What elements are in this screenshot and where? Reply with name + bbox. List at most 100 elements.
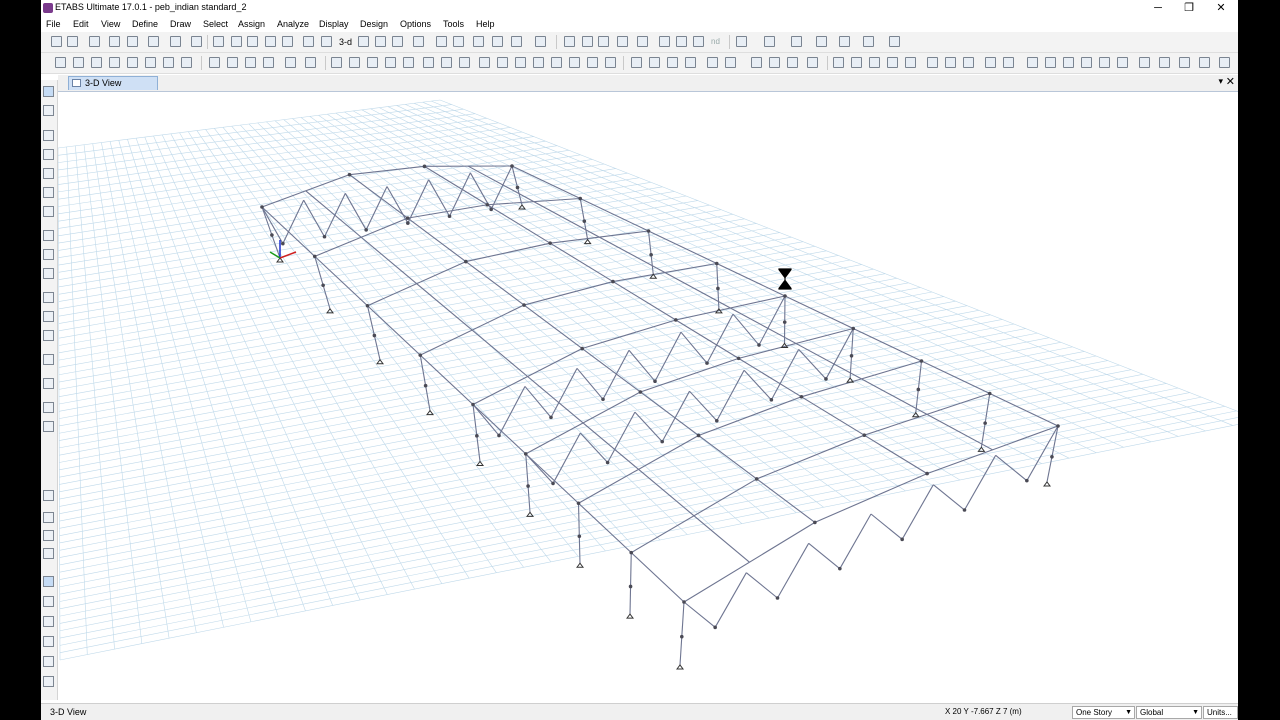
shell-load-icon[interactable] bbox=[479, 57, 490, 68]
tower-icon[interactable] bbox=[869, 57, 880, 68]
lock-icon[interactable] bbox=[170, 36, 181, 47]
reshape-icon[interactable] bbox=[43, 105, 54, 116]
draw-frame-icon[interactable] bbox=[564, 36, 575, 47]
refresh-icon[interactable] bbox=[148, 36, 159, 47]
mesh-icon[interactable] bbox=[285, 57, 296, 68]
all-icon[interactable] bbox=[1117, 57, 1128, 68]
wall-stack-icon[interactable] bbox=[833, 57, 844, 68]
menu-view[interactable]: View bbox=[101, 19, 120, 29]
restraint-icon[interactable] bbox=[91, 57, 102, 68]
draw-beam-icon[interactable] bbox=[598, 36, 609, 47]
snap-icon[interactable] bbox=[1199, 57, 1210, 68]
tab-dropdown-icon[interactable]: ▾ bbox=[1218, 76, 1223, 87]
intersect-select-icon[interactable] bbox=[43, 548, 54, 559]
diaphragm-assign-icon[interactable] bbox=[587, 57, 598, 68]
menu-help[interactable]: Help bbox=[476, 19, 495, 29]
insertion-point-icon[interactable] bbox=[367, 57, 378, 68]
elevation-view-icon[interactable] bbox=[375, 36, 386, 47]
nd-button[interactable]: nd bbox=[711, 37, 720, 46]
select-icon[interactable] bbox=[55, 57, 66, 68]
end-length-icon[interactable] bbox=[349, 57, 360, 68]
draw-beam-icon[interactable] bbox=[43, 187, 54, 198]
zoom-out-icon[interactable] bbox=[282, 36, 293, 47]
grid-icon[interactable] bbox=[887, 57, 898, 68]
connect-icon[interactable] bbox=[787, 57, 798, 68]
extrude-view-icon[interactable] bbox=[535, 36, 546, 47]
mass-source-icon[interactable] bbox=[1063, 57, 1074, 68]
units-button[interactable]: Units... bbox=[1203, 706, 1238, 719]
object-shrink-icon[interactable] bbox=[473, 36, 484, 47]
menu-assign[interactable]: Assign bbox=[238, 19, 265, 29]
minimize-button[interactable]: ─ bbox=[1141, 0, 1175, 16]
draw-link-icon[interactable] bbox=[43, 354, 54, 365]
frame-point-load-icon[interactable] bbox=[441, 57, 452, 68]
align-icon[interactable] bbox=[751, 57, 762, 68]
story-selector[interactable]: One Story ▼ bbox=[1072, 706, 1135, 719]
spring-icon[interactable] bbox=[109, 57, 120, 68]
output-stations-icon[interactable] bbox=[403, 57, 414, 68]
coordinate-system-selector[interactable]: Global ▼ bbox=[1136, 706, 1202, 719]
i-section-icon[interactable] bbox=[736, 36, 747, 47]
undo-icon[interactable] bbox=[109, 36, 120, 47]
show-duplicates-icon[interactable] bbox=[807, 57, 818, 68]
save-icon[interactable] bbox=[89, 36, 100, 47]
redo-icon[interactable] bbox=[127, 36, 138, 47]
tab-close-icon[interactable]: ✕ bbox=[1226, 75, 1235, 88]
draw-dim-icon[interactable] bbox=[1179, 57, 1190, 68]
plan-view-icon[interactable] bbox=[358, 36, 369, 47]
diaphragm-icon[interactable] bbox=[127, 57, 138, 68]
reactions-icon[interactable] bbox=[963, 57, 974, 68]
trim-icon[interactable] bbox=[707, 57, 718, 68]
temperature-load-icon[interactable] bbox=[459, 57, 470, 68]
draw-column-icon[interactable] bbox=[617, 36, 628, 47]
divide-frames-icon[interactable] bbox=[649, 57, 660, 68]
pointer-icon[interactable] bbox=[43, 86, 54, 97]
draw-brace-icon[interactable] bbox=[43, 206, 54, 217]
draw-ramp-icon[interactable] bbox=[43, 311, 54, 322]
deselect-icon[interactable] bbox=[73, 57, 84, 68]
extend-icon[interactable] bbox=[685, 57, 696, 68]
display-options-icon[interactable] bbox=[511, 36, 522, 47]
tab-3d-view[interactable]: 3-D View bbox=[68, 76, 158, 90]
merge-icon[interactable] bbox=[725, 57, 736, 68]
run-analysis-icon[interactable] bbox=[191, 36, 202, 47]
ortho-icon[interactable] bbox=[1219, 57, 1230, 68]
copy-icon[interactable] bbox=[227, 57, 238, 68]
pdelta-icon[interactable] bbox=[1081, 57, 1092, 68]
menu-tools[interactable]: Tools bbox=[443, 19, 464, 29]
menu-analyze[interactable]: Analyze bbox=[277, 19, 309, 29]
menu-file[interactable]: File bbox=[46, 19, 61, 29]
shell-section-icon[interactable] bbox=[863, 36, 874, 47]
slab-property-icon[interactable] bbox=[605, 57, 616, 68]
frame-loads-icon[interactable] bbox=[791, 36, 802, 47]
clear-selection-icon[interactable] bbox=[43, 530, 54, 541]
menu-select[interactable]: Select bbox=[203, 19, 228, 29]
snap-fine-grid-icon[interactable] bbox=[43, 676, 54, 687]
point-load-icon[interactable] bbox=[181, 57, 192, 68]
set-display-icon[interactable] bbox=[492, 36, 503, 47]
pen-icon[interactable] bbox=[889, 36, 900, 47]
draw-area-icon[interactable] bbox=[43, 149, 54, 160]
story-icon[interactable] bbox=[851, 57, 862, 68]
zoom-in-icon[interactable] bbox=[247, 36, 258, 47]
draw-point-icon[interactable] bbox=[693, 36, 704, 47]
draw-line-icon[interactable] bbox=[43, 130, 54, 141]
line-icon[interactable] bbox=[1159, 57, 1170, 68]
draw-null-icon[interactable] bbox=[43, 330, 54, 341]
snap-intersect-icon[interactable] bbox=[43, 616, 54, 627]
draw-wall-icon[interactable] bbox=[43, 249, 54, 260]
joint-icon[interactable] bbox=[1139, 57, 1150, 68]
frame-distributed-load-icon[interactable] bbox=[423, 57, 434, 68]
deformed-shape-icon[interactable] bbox=[927, 57, 938, 68]
pier-label-icon[interactable] bbox=[551, 57, 562, 68]
snap-lines-icon[interactable] bbox=[43, 656, 54, 667]
grid-lines-icon[interactable] bbox=[305, 57, 316, 68]
draw-slab-icon[interactable] bbox=[659, 36, 670, 47]
line-style-icon[interactable] bbox=[839, 36, 850, 47]
draw-opening-icon[interactable] bbox=[676, 36, 687, 47]
new-model-icon[interactable] bbox=[51, 36, 62, 47]
draw-grid-icon[interactable] bbox=[43, 378, 54, 389]
local-axes-icon[interactable] bbox=[385, 57, 396, 68]
draw-wall-icon[interactable] bbox=[637, 36, 648, 47]
pan-icon[interactable] bbox=[303, 36, 314, 47]
